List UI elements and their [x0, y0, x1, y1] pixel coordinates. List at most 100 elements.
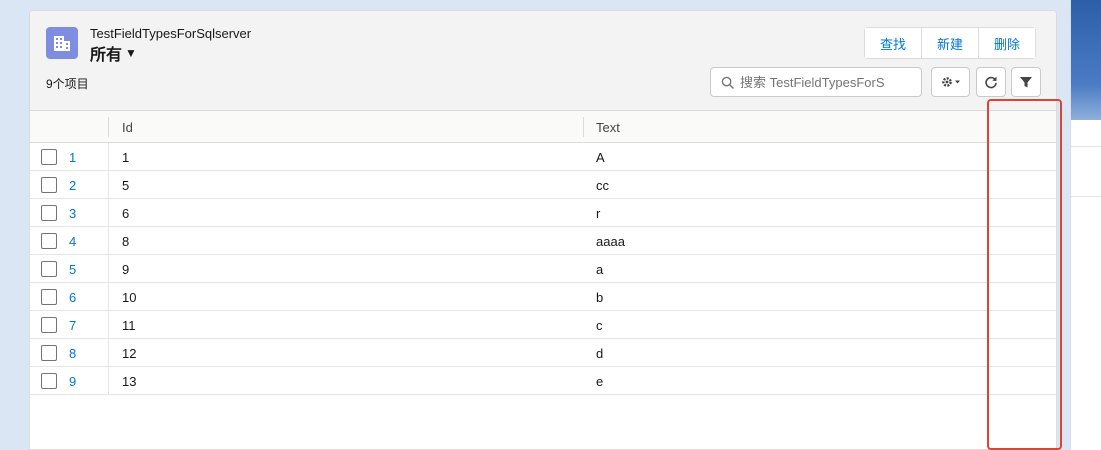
cell-text: a [596, 261, 604, 277]
row-checkbox[interactable] [41, 345, 57, 361]
cell-text: d [596, 345, 604, 361]
cell-id: 9 [122, 261, 130, 277]
search-icon [721, 76, 734, 89]
row-number-link[interactable]: 4 [69, 227, 76, 255]
row-divider [108, 311, 109, 338]
row-checkbox[interactable] [41, 373, 57, 389]
row-number-link[interactable]: 2 [69, 171, 76, 199]
row-divider [108, 171, 109, 198]
building-icon [54, 36, 70, 51]
row-checkbox[interactable] [41, 317, 57, 333]
cell-id: 12 [122, 345, 137, 361]
cell-id: 13 [122, 373, 137, 389]
cell-text: b [596, 289, 604, 305]
cell-id: 5 [122, 177, 130, 193]
list-view-card: TestFieldTypesForSqlserver 所有 ▼ 9个项目 查找 … [29, 10, 1057, 450]
divider [1071, 196, 1101, 197]
row-divider [1056, 339, 1057, 366]
gear-icon [941, 77, 960, 87]
row-number-link[interactable]: 1 [69, 143, 76, 171]
column-divider [583, 117, 584, 137]
column-header-id[interactable]: Id [122, 111, 133, 143]
row-checkbox-cell [41, 199, 57, 227]
table-row: 7 11 c [30, 311, 1056, 339]
table-row: 8 12 d [30, 339, 1056, 367]
table-row: 9 13 e [30, 367, 1056, 395]
row-number-link[interactable]: 9 [69, 367, 76, 395]
cell-id: 10 [122, 289, 137, 305]
table-row: 5 9 a [30, 255, 1056, 283]
row-number-link[interactable]: 5 [69, 255, 76, 283]
cell-text: A [596, 149, 605, 165]
row-checkbox-cell [41, 255, 57, 283]
row-checkbox[interactable] [41, 233, 57, 249]
cell-text: c [596, 317, 603, 333]
row-checkbox-cell [41, 171, 57, 199]
row-divider [108, 367, 109, 394]
right-background-strip [1070, 0, 1101, 450]
list-view-selector[interactable]: 所有 ▼ [90, 41, 137, 65]
cell-id: 11 [122, 317, 136, 333]
row-checkbox-cell [41, 367, 57, 395]
row-divider [1056, 283, 1057, 310]
row-checkbox-cell [41, 311, 57, 339]
table-row: 6 10 b [30, 283, 1056, 311]
table-row: 1 1 A [30, 143, 1056, 171]
row-divider [1056, 255, 1057, 282]
row-checkbox[interactable] [41, 261, 57, 277]
find-button[interactable]: 查找 [865, 28, 922, 58]
cell-id: 1 [122, 149, 130, 165]
table-row: 3 6 r [30, 199, 1056, 227]
row-divider [1056, 227, 1057, 254]
row-checkbox[interactable] [41, 149, 57, 165]
column-divider [108, 117, 109, 137]
row-number-link[interactable]: 6 [69, 283, 76, 311]
divider [1071, 146, 1101, 147]
row-divider [1056, 171, 1057, 198]
row-checkbox-cell [41, 143, 57, 171]
row-divider [1056, 367, 1057, 394]
table-header: Id Text [30, 111, 1056, 143]
row-checkbox[interactable] [41, 205, 57, 221]
object-icon [46, 27, 78, 59]
row-divider [108, 199, 109, 226]
object-name: TestFieldTypesForSqlserver [90, 26, 252, 41]
refresh-icon [985, 76, 997, 89]
action-button-group: 查找 新建 删除 [864, 27, 1037, 59]
table-row: 4 8 aaaa [30, 227, 1056, 255]
row-number-link[interactable]: 7 [69, 311, 76, 339]
table-row: 2 5 cc [30, 171, 1056, 199]
delete-button[interactable]: 删除 [978, 28, 1036, 58]
table-body: 1 1 A 2 5 cc 3 6 r 4 8 aaaa 5 9 a 6 10 b 7 11 c 8 12 d 9 13 e [30, 143, 1056, 395]
caret-down-icon: ▼ [125, 46, 137, 60]
row-number-link[interactable]: 8 [69, 339, 76, 367]
row-divider [108, 339, 109, 366]
records-table: Id Text 1 1 A 2 5 cc 3 6 r 4 8 aaaa 5 9 a 6 10 b 7 11 c 8 12 d 9… [30, 111, 1056, 395]
row-number-link[interactable]: 3 [69, 199, 76, 227]
right-blue-panel [1071, 0, 1101, 120]
row-checkbox[interactable] [41, 177, 57, 193]
row-divider [1056, 143, 1057, 170]
column-divider [1056, 117, 1057, 137]
cell-text: e [596, 373, 604, 389]
cell-text: r [596, 205, 601, 221]
row-checkbox-cell [41, 283, 57, 311]
list-view-label: 所有 [90, 47, 123, 64]
search-box [710, 67, 922, 97]
refresh-button[interactable] [976, 67, 1006, 97]
list-settings-button[interactable] [931, 67, 970, 97]
row-divider [108, 227, 109, 254]
row-divider [108, 143, 109, 170]
list-header: TestFieldTypesForSqlserver 所有 ▼ 9个项目 查找 … [30, 11, 1056, 111]
search-input[interactable] [740, 74, 910, 90]
column-header-text[interactable]: Text [596, 111, 620, 143]
cell-id: 8 [122, 233, 130, 249]
cell-text: cc [596, 177, 609, 193]
new-button[interactable]: 新建 [921, 28, 979, 58]
filter-icon [1020, 77, 1032, 88]
row-divider [1056, 311, 1057, 338]
filter-button[interactable] [1011, 67, 1041, 97]
row-divider [108, 255, 109, 282]
row-checkbox[interactable] [41, 289, 57, 305]
cell-id: 6 [122, 205, 130, 221]
